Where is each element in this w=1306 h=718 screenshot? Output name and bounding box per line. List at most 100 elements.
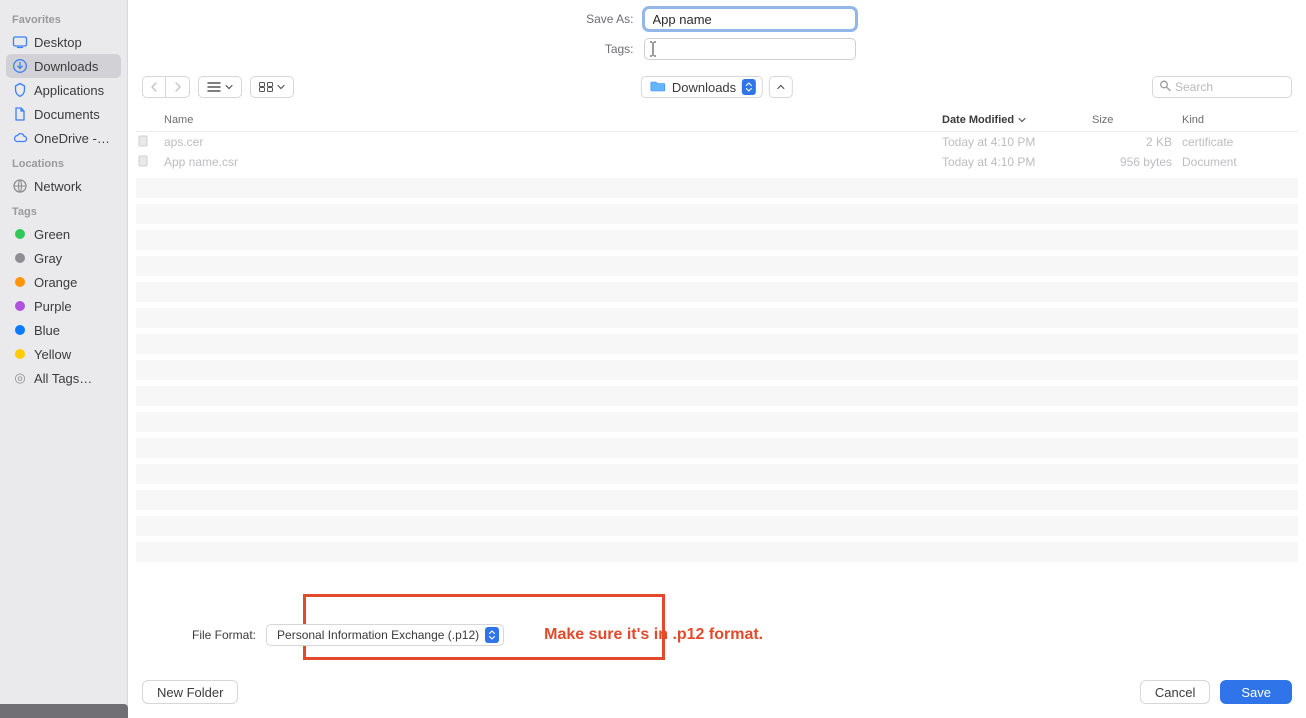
- list-icon: [207, 82, 221, 92]
- empty-row: [136, 256, 1298, 276]
- file-name: aps.cer: [164, 135, 942, 149]
- sidebar-item-applications[interactable]: Applications: [6, 78, 121, 102]
- nav-forward-button[interactable]: [166, 76, 190, 98]
- sidebar-tag-item[interactable]: Purple: [6, 294, 121, 318]
- empty-row: [136, 282, 1298, 302]
- chevron-left-icon: [150, 82, 158, 92]
- nav-back-button[interactable]: [142, 76, 166, 98]
- empty-row: [136, 516, 1298, 536]
- save-dialog-main: Save As: Tags:: [128, 0, 1306, 718]
- file-icon: [136, 134, 164, 151]
- cancel-button[interactable]: Cancel: [1140, 680, 1210, 704]
- chevron-down-icon: [225, 83, 233, 91]
- empty-row: [136, 438, 1298, 458]
- sidebar-item-all-tags[interactable]: All Tags…: [6, 366, 121, 390]
- sidebar-tag-item[interactable]: Yellow: [6, 342, 121, 366]
- cloud-icon: [12, 130, 28, 146]
- sidebar-tag-item[interactable]: Orange: [6, 270, 121, 294]
- empty-row: [136, 464, 1298, 484]
- file-modified: Today at 4:10 PM: [942, 155, 1092, 169]
- empty-row: [136, 178, 1298, 198]
- tag-dot-icon: [12, 322, 28, 338]
- sidebar-item-onedrive[interactable]: OneDrive -…: [6, 126, 121, 150]
- chevron-right-icon: [174, 82, 182, 92]
- updown-stepper-icon: [742, 79, 756, 95]
- finder-sidebar: Favorites Desktop Downloads Applications…: [0, 0, 128, 718]
- sidebar-item-downloads[interactable]: Downloads: [6, 54, 121, 78]
- view-grid-button[interactable]: [250, 76, 294, 98]
- file-kind: certificate: [1182, 135, 1292, 149]
- folder-icon: [650, 80, 666, 95]
- grid-icon: [259, 82, 273, 92]
- sidebar-tag-item[interactable]: Gray: [6, 246, 121, 270]
- view-list-button[interactable]: [198, 76, 242, 98]
- toolbar: Downloads: [128, 70, 1306, 108]
- sidebar-tag-item[interactable]: Green: [6, 222, 121, 246]
- save-button[interactable]: Save: [1220, 680, 1292, 704]
- sidebar-item-label: Downloads: [34, 59, 98, 74]
- file-size: 2 KB: [1092, 135, 1182, 149]
- bottom-bar: New Folder Cancel Save: [128, 676, 1306, 718]
- empty-row: [136, 308, 1298, 328]
- sidebar-item-label: OneDrive -…: [34, 131, 110, 146]
- file-size: 956 bytes: [1092, 155, 1182, 169]
- downloads-icon: [12, 58, 28, 74]
- sidebar-item-label: Desktop: [34, 35, 82, 50]
- tag-dot-icon: [12, 298, 28, 314]
- sidebar-section-favorites: Favorites: [6, 6, 121, 30]
- search-icon: [1159, 80, 1171, 95]
- sidebar-item-label: Purple: [34, 299, 72, 314]
- file-icon: [136, 154, 164, 171]
- file-format-value: Personal Information Exchange (.p12): [277, 628, 479, 642]
- empty-row: [136, 360, 1298, 380]
- sidebar-item-label: Gray: [34, 251, 62, 266]
- location-selector[interactable]: Downloads: [641, 76, 793, 98]
- column-headers: Name Date Modified Size Kind: [136, 108, 1298, 132]
- tag-dot-icon: [12, 250, 28, 266]
- column-size[interactable]: Size: [1092, 114, 1182, 126]
- chevron-down-icon: [1018, 116, 1026, 124]
- tag-dot-icon: [12, 274, 28, 290]
- column-kind[interactable]: Kind: [1182, 114, 1292, 126]
- location-label: Downloads: [672, 80, 736, 95]
- file-kind: Document: [1182, 155, 1292, 169]
- sidebar-section-locations: Locations: [6, 150, 121, 174]
- sidebar-item-label: Blue: [34, 323, 60, 338]
- empty-row: [136, 386, 1298, 406]
- file-browser: Name Date Modified Size Kind aps.cerToda…: [128, 108, 1306, 588]
- search-input[interactable]: [1152, 76, 1292, 98]
- network-icon: [12, 178, 28, 194]
- sidebar-item-label: Yellow: [34, 347, 71, 362]
- chevron-up-icon: [777, 83, 785, 91]
- file-format-block: File Format: Personal Information Exchan…: [128, 588, 1306, 676]
- empty-row: [136, 542, 1298, 562]
- empty-row: [136, 412, 1298, 432]
- empty-row: [136, 204, 1298, 224]
- file-row[interactable]: App name.csrToday at 4:10 PM956 bytesDoc…: [136, 152, 1298, 172]
- empty-row: [136, 230, 1298, 250]
- column-date-modified[interactable]: Date Modified: [942, 114, 1092, 126]
- collapse-button[interactable]: [769, 76, 793, 98]
- sidebar-section-tags: Tags: [6, 198, 121, 222]
- documents-icon: [12, 106, 28, 122]
- new-folder-button[interactable]: New Folder: [142, 680, 238, 704]
- search-field[interactable]: [1152, 76, 1292, 98]
- sidebar-item-label: Orange: [34, 275, 77, 290]
- file-format-label: File Format:: [192, 628, 256, 642]
- updown-stepper-icon: [485, 627, 499, 643]
- sidebar-item-documents[interactable]: Documents: [6, 102, 121, 126]
- sidebar-tag-item[interactable]: Blue: [6, 318, 121, 342]
- file-format-select[interactable]: Personal Information Exchange (.p12): [266, 624, 504, 646]
- save-as-input[interactable]: [644, 8, 856, 30]
- sidebar-item-label: Green: [34, 227, 70, 242]
- sidebar-item-network[interactable]: Network: [6, 174, 121, 198]
- sidebar-item-label: Applications: [34, 83, 104, 98]
- file-row[interactable]: aps.cerToday at 4:10 PM2 KBcertificate: [136, 132, 1298, 152]
- tags-label: Tags:: [579, 42, 634, 56]
- save-as-label: Save As:: [579, 12, 634, 26]
- top-fields: Save As: Tags:: [128, 0, 1306, 70]
- empty-row: [136, 334, 1298, 354]
- sidebar-item-desktop[interactable]: Desktop: [6, 30, 121, 54]
- tags-input[interactable]: [644, 38, 856, 60]
- column-name[interactable]: Name: [164, 114, 942, 126]
